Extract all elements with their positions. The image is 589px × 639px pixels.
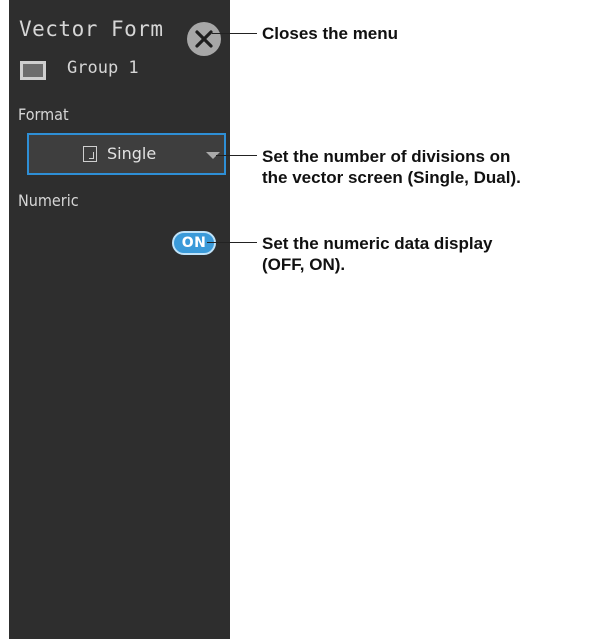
vector-form-menu: Vector Form Group 1 Format Single Numeri…	[9, 0, 230, 639]
close-callout-line	[212, 33, 257, 34]
menu-title: Vector Form	[19, 17, 164, 41]
numeric-label: Numeric	[18, 191, 79, 210]
numeric-annotation-line2: (OFF, ON).	[262, 255, 346, 274]
display-group-icon	[20, 61, 46, 80]
close-annotation-text: Closes the menu	[262, 24, 399, 43]
format-annotation-line2: the vector screen (Single, Dual).	[262, 168, 521, 187]
format-annotation: Set the number of divisions on the vecto…	[262, 146, 521, 188]
single-screen-icon	[83, 146, 97, 162]
close-button[interactable]	[187, 22, 221, 56]
numeric-annotation-line1: Set the numeric data display	[262, 234, 493, 253]
numeric-annotation: Set the numeric data display (OFF, ON).	[262, 233, 493, 275]
format-label: Format	[18, 105, 69, 124]
format-callout-line	[216, 155, 257, 156]
format-select[interactable]: Single	[27, 133, 226, 175]
close-annotation: Closes the menu	[262, 23, 398, 44]
group-label: Group 1	[67, 58, 139, 78]
format-annotation-line1: Set the number of divisions on	[262, 147, 511, 166]
format-value: Single	[107, 144, 157, 163]
close-icon	[195, 30, 213, 48]
numeric-callout-line	[207, 242, 257, 243]
numeric-toggle[interactable]: ON	[172, 231, 216, 255]
